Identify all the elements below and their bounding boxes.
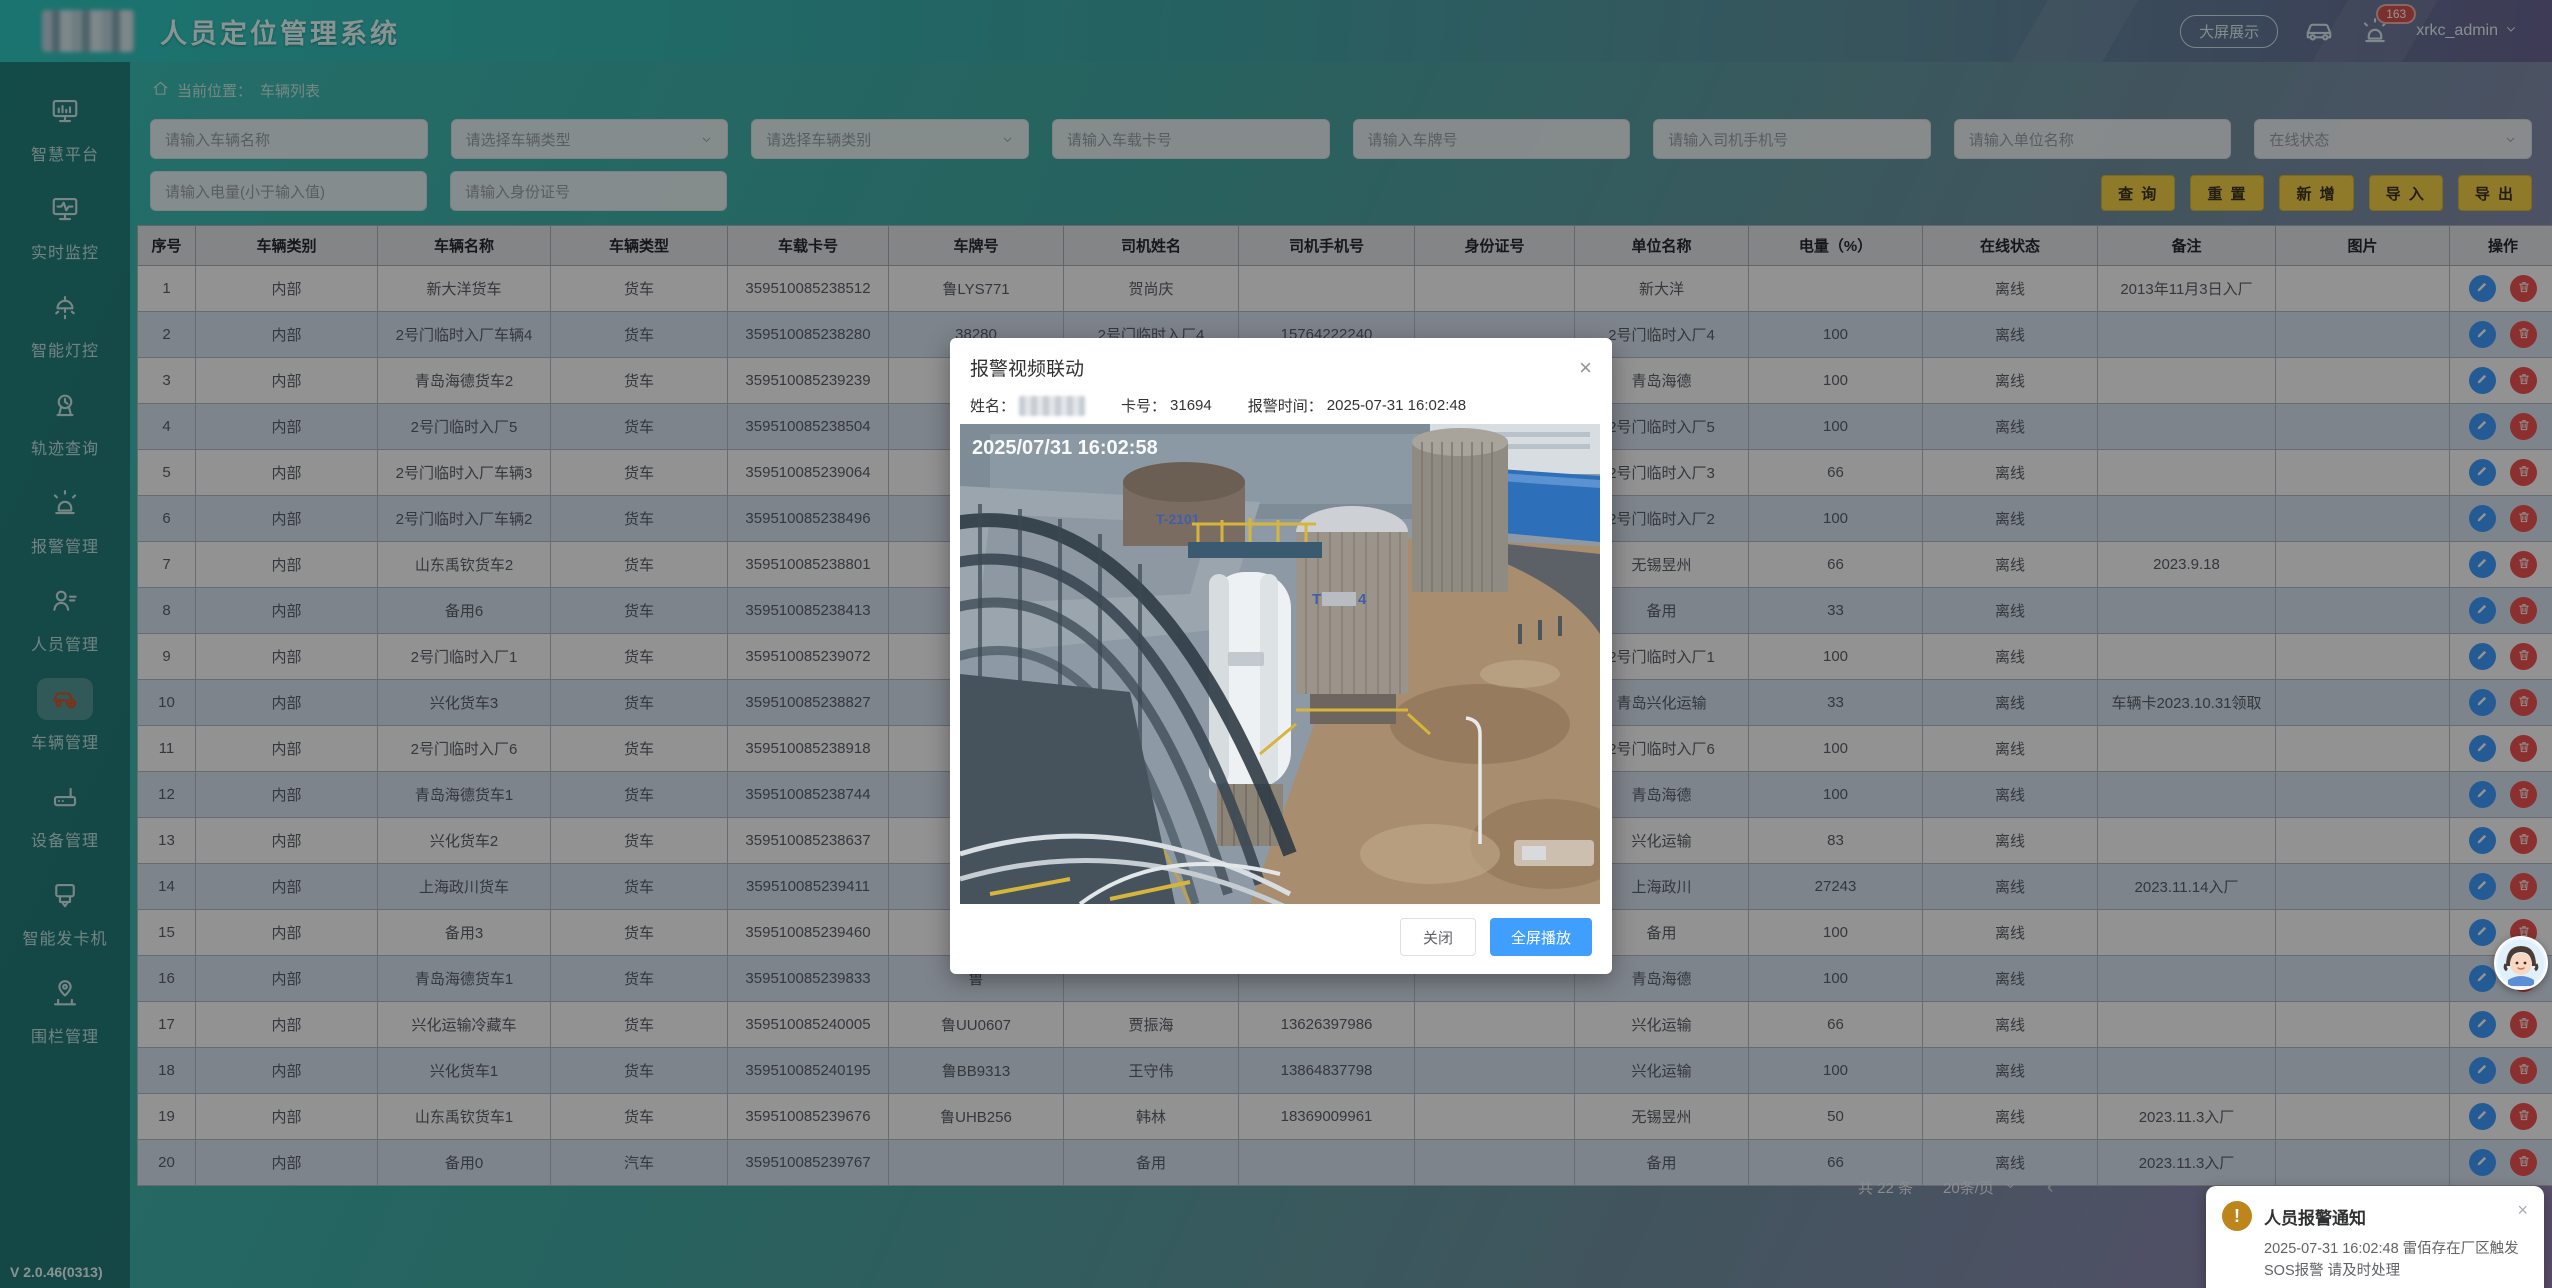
dialog-title: 报警视频联动 <box>970 354 1084 381</box>
close-button[interactable]: 关闭 <box>1400 918 1476 956</box>
alarm-info-line: 姓名： 卡号： 31694 报警时间： 2025-07-31 16:02:48 <box>950 385 1612 424</box>
close-icon[interactable]: × <box>1579 357 1592 379</box>
video-timestamp: 2025/07/31 16:02:58 <box>972 437 1158 459</box>
assistant-avatar[interactable] <box>2494 936 2548 990</box>
name-label: 姓名： <box>970 395 1015 416</box>
card-label: 卡号： <box>1121 395 1166 416</box>
dialog-footer: 关闭 全屏播放 <box>950 904 1612 974</box>
svg-text:4: 4 <box>1358 591 1367 608</box>
fullscreen-play-button[interactable]: 全屏播放 <box>1490 918 1592 956</box>
dialog-header: 报警视频联动 × <box>950 338 1612 385</box>
alarm-time-value: 2025-07-31 16:02:48 <box>1327 397 1466 414</box>
warning-icon: ! <box>2222 1201 2252 1231</box>
close-icon[interactable]: × <box>2517 1201 2528 1219</box>
redacted-name <box>1019 396 1085 416</box>
alarm-notification: ! 人员报警通知 × 2025-07-31 16:02:48 雷佰存在厂区触发 … <box>2206 1186 2544 1288</box>
notification-title: 人员报警通知 <box>2264 1201 2366 1229</box>
alarm-time-label: 报警时间： <box>1248 395 1323 416</box>
notification-message: 2025-07-31 16:02:48 雷佰存在厂区触发 SOS报警 请及时处理 <box>2264 1239 2526 1283</box>
card-number: 31694 <box>1170 397 1212 414</box>
svg-text:T: T <box>1312 591 1321 608</box>
app-root: 人员定位管理系统 大屏展示 163 xrkc_admin 智慧平台实时监控智能灯… <box>0 0 2552 1288</box>
cctv-video-frame: T-2101 T 4 <box>960 424 1600 904</box>
alarm-video-dialog: 报警视频联动 × 姓名： 卡号： 31694 报警时间： 2025-07-31 … <box>950 338 1612 974</box>
